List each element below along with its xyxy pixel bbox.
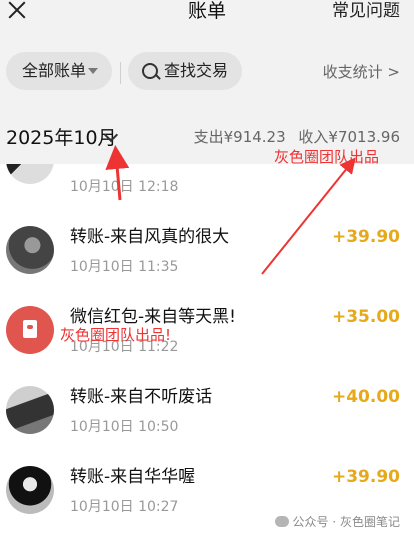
- footer-text: 公众号 · 灰色圈笔记: [292, 515, 400, 529]
- wechat-icon: [274, 516, 289, 527]
- annotation-arrow-summary: [261, 157, 356, 275]
- annotation-arrow-month: [105, 145, 130, 201]
- footer-credit: 公众号 · 灰色圈笔记: [274, 514, 400, 530]
- annotation-arrows: [105, 145, 356, 275]
